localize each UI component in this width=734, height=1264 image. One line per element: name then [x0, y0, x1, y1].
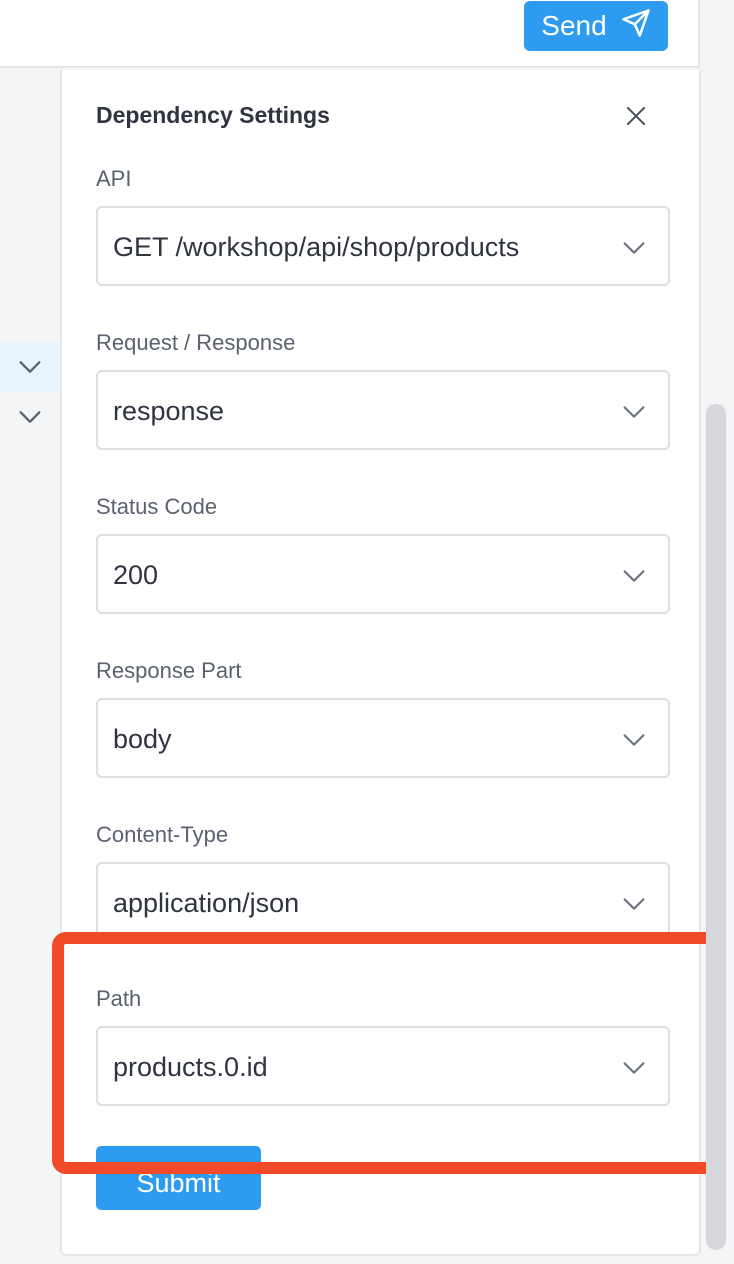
path-label: Path — [96, 986, 142, 1011]
expand-row-toggle[interactable] — [0, 392, 60, 442]
api-select-value: GET /workshop/api/shop/products — [113, 232, 520, 262]
send-button[interactable]: Send — [524, 1, 668, 51]
status-code-select[interactable]: 200 — [96, 534, 670, 614]
path-select[interactable]: products.0.id — [96, 1026, 670, 1106]
api-label: API — [96, 166, 132, 191]
request-response-select-value: response — [113, 396, 225, 426]
send-button-label: Send — [541, 10, 607, 41]
chevron-down-icon — [623, 570, 645, 582]
close-icon[interactable] — [622, 102, 650, 130]
chevron-down-icon — [623, 406, 645, 418]
request-response-label: Request / Response — [96, 330, 296, 355]
expand-row-toggle[interactable] — [0, 342, 60, 392]
content-type-label: Content-Type — [96, 822, 229, 847]
status-code-label: Status Code — [96, 494, 218, 519]
response-part-select-value: body — [113, 724, 172, 754]
api-select[interactable]: GET /workshop/api/shop/products — [96, 206, 670, 286]
chevron-down-icon — [19, 411, 41, 423]
request-response-select[interactable]: response — [96, 370, 670, 450]
chevron-down-icon — [19, 361, 41, 373]
path-select-value: products.0.id — [113, 1052, 268, 1082]
chevron-down-icon — [623, 734, 645, 746]
submit-button[interactable]: Submit — [96, 1146, 261, 1210]
chevron-down-icon — [623, 242, 645, 254]
content-type-select[interactable]: application/json — [96, 862, 670, 942]
top-toolbar: Send — [0, 0, 700, 68]
chevron-down-icon — [623, 898, 645, 910]
content-type-select-value: application/json — [113, 888, 300, 918]
vertical-scrollbar[interactable] — [706, 404, 726, 1250]
response-part-select[interactable]: body — [96, 698, 670, 778]
dependency-settings-panel: Dependency Settings API GET /workshop/ap… — [60, 70, 701, 1256]
paper-plane-icon — [621, 8, 651, 45]
panel-title: Dependency Settings — [96, 102, 330, 128]
response-part-label: Response Part — [96, 658, 242, 683]
chevron-down-icon — [623, 1062, 645, 1074]
status-code-select-value: 200 — [113, 560, 159, 590]
left-collapsed-list — [0, 70, 60, 1264]
